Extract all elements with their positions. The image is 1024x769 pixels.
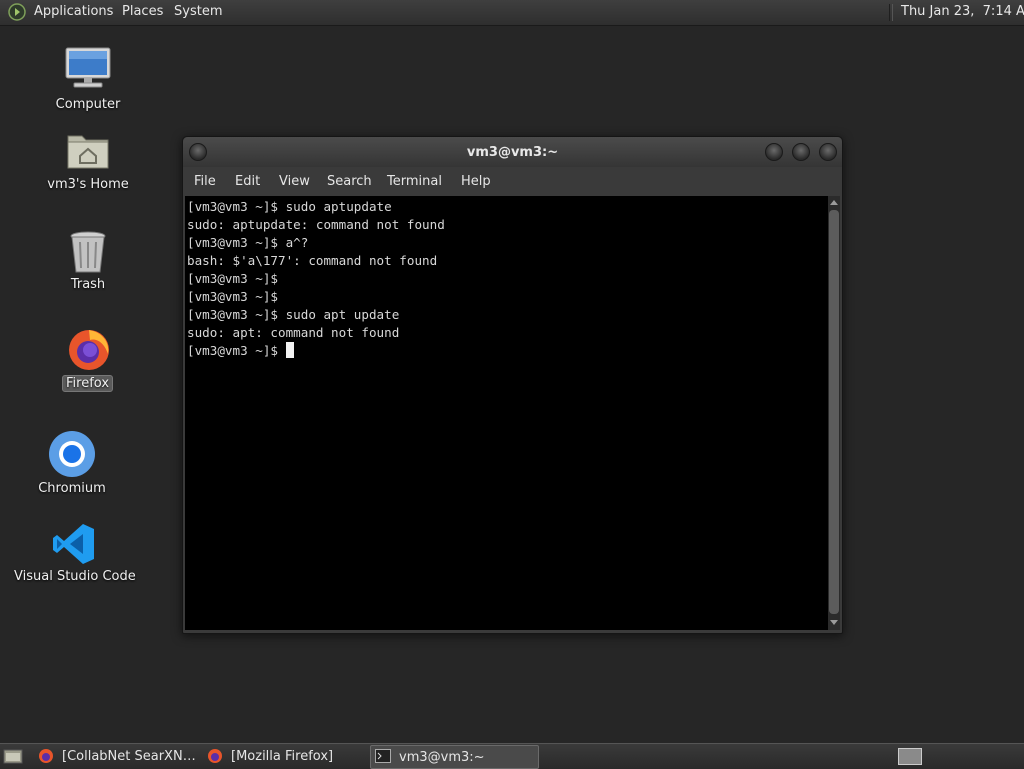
- terminal-line: [vm3@vm3 ~]$: [187, 289, 278, 304]
- terminal-menubar: File Edit View Search Terminal Help: [183, 167, 842, 195]
- taskbar-item-searxng[interactable]: [CollabNet SearXN…: [34, 745, 200, 767]
- applications-menu-icon[interactable]: [8, 3, 26, 21]
- bottom-panel: [CollabNet SearXN… [Mozilla Firefox] vm3…: [0, 743, 1024, 769]
- terminal-prompt: [vm3@vm3 ~]$: [187, 343, 286, 358]
- clock[interactable]: Thu Jan 23, 7:14 AM: [901, 4, 1024, 19]
- chromium-icon: [49, 431, 95, 477]
- computer-icon: [65, 47, 111, 88]
- vscode-icon: [53, 524, 94, 564]
- trash-icon: [70, 231, 106, 273]
- desktop-icon-label: Trash: [70, 277, 106, 292]
- terminal-line: [vm3@vm3 ~]$: [187, 271, 278, 286]
- taskbar-item-terminal[interactable]: vm3@vm3:~: [370, 745, 539, 769]
- firefox-icon: [69, 330, 109, 370]
- show-desktop-icon[interactable]: [3, 748, 23, 764]
- text-cursor: [285, 342, 294, 358]
- maximize-button[interactable]: [792, 143, 810, 161]
- desktop-icon-home[interactable]: vm3's Home: [44, 128, 132, 196]
- terminal-line: [vm3@vm3 ~]$ sudo apt update: [187, 307, 400, 322]
- terminal-line: [vm3@vm3 ~]$ sudo aptupdate: [187, 199, 392, 214]
- desktop-icon-label: Visual Studio Code: [14, 569, 136, 584]
- menu-file[interactable]: File: [194, 174, 216, 189]
- firefox-icon: [208, 749, 222, 763]
- terminal-line: sudo: apt: command not found: [187, 325, 400, 340]
- minimize-button[interactable]: [765, 143, 783, 161]
- menu-help[interactable]: Help: [461, 174, 491, 189]
- terminal-line: sudo: aptupdate: command not found: [187, 217, 445, 232]
- taskbar-item-label: [CollabNet SearXN…: [62, 749, 196, 764]
- desktop-icon-firefox[interactable]: Firefox: [56, 326, 122, 394]
- desktop-icon-label: Computer: [55, 97, 121, 112]
- desktop-icon-vscode[interactable]: Visual Studio Code: [14, 520, 136, 588]
- desktop-icon-label: Firefox: [62, 375, 114, 392]
- desktop-icon-chromium[interactable]: Chromium: [36, 430, 108, 498]
- scroll-up-arrow-icon[interactable]: [830, 200, 838, 205]
- terminal-window[interactable]: vm3@vm3:~ File Edit View Search Terminal…: [182, 136, 843, 634]
- desktop-icon-computer[interactable]: Computer: [48, 44, 128, 116]
- window-titlebar[interactable]: vm3@vm3:~: [183, 137, 842, 167]
- scrollbar-thumb[interactable]: [829, 210, 839, 614]
- firefox-icon: [39, 749, 53, 763]
- top-panel: Applications Places System Thu Jan 23, 7…: [0, 0, 1024, 26]
- places-menu[interactable]: Places: [122, 4, 163, 19]
- desktop-icon-label: Chromium: [38, 481, 106, 496]
- desktop-icon-label: vm3's Home: [47, 177, 129, 192]
- terminal-prompt-line: [vm3@vm3 ~]$: [187, 342, 294, 360]
- terminal-line: [vm3@vm3 ~]$ a^?: [187, 235, 309, 250]
- panel-separator: [889, 4, 893, 21]
- close-button[interactable]: [819, 143, 837, 161]
- terminal-output[interactable]: [vm3@vm3 ~]$ sudo aptupdate sudo: aptupd…: [185, 196, 828, 630]
- menu-edit[interactable]: Edit: [235, 174, 260, 189]
- menu-view[interactable]: View: [279, 174, 310, 189]
- taskbar-item-label: vm3@vm3:~: [399, 750, 485, 765]
- system-menu[interactable]: System: [174, 4, 222, 19]
- window-title: vm3@vm3:~: [466, 145, 559, 160]
- taskbar-item-firefox[interactable]: [Mozilla Firefox]: [203, 745, 363, 767]
- taskbar-item-label: [Mozilla Firefox]: [231, 749, 334, 764]
- terminal-scrollbar[interactable]: [828, 196, 840, 630]
- workspace-switcher[interactable]: [898, 748, 922, 765]
- terminal-line: bash: $'a\177': command not found: [187, 253, 438, 268]
- terminal-icon: [375, 749, 391, 763]
- applications-menu[interactable]: Applications: [34, 4, 113, 19]
- menu-search[interactable]: Search: [327, 174, 372, 189]
- home-folder-icon: [67, 135, 109, 169]
- menu-terminal[interactable]: Terminal: [387, 174, 442, 189]
- scroll-down-arrow-icon[interactable]: [830, 620, 838, 625]
- desktop-icon-trash[interactable]: Trash: [56, 228, 120, 296]
